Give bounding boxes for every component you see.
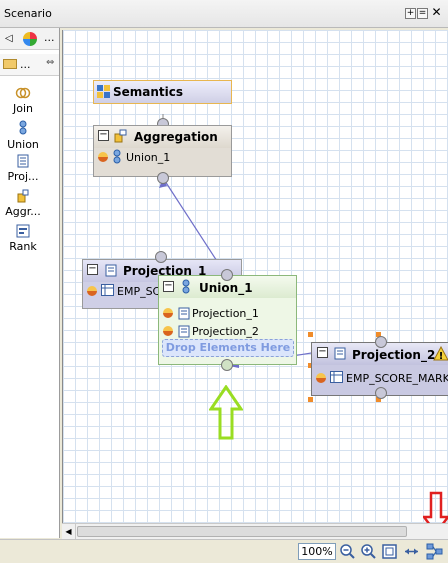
tool-projection-label: Proj... (7, 170, 39, 183)
union-1-input-label: Projection_2 (192, 325, 259, 338)
rank-icon (16, 224, 30, 238)
restore-icon[interactable]: = (417, 8, 428, 19)
union-icon (19, 120, 27, 135)
red-arrow-annotation (423, 491, 448, 523)
projection-2-table-label: EMP_SCORE_MARK. (346, 372, 448, 385)
collapse-palette-icon[interactable]: ◁ (5, 33, 13, 44)
zoom-toolbar: 100% (0, 539, 448, 563)
scroll-left-icon[interactable]: ◀ (62, 524, 76, 539)
zoom-level-field[interactable]: 100% (298, 543, 336, 560)
view-title: Scenario (4, 7, 52, 20)
union-1-title: Union_1 (199, 281, 253, 295)
join-icon (15, 87, 31, 99)
input-indicator-icon (163, 326, 173, 336)
tool-rank[interactable]: Rank (0, 224, 46, 253)
projection-1-input-handle[interactable] (155, 251, 167, 263)
fit-to-window-icon[interactable] (381, 543, 398, 560)
diagram-canvas[interactable]: Semantics − Aggregation Union_1 − Projec… (62, 30, 448, 523)
scrollbar-thumb[interactable] (77, 526, 407, 537)
input-indicator-icon (163, 308, 173, 318)
tool-union-label: Union (7, 138, 39, 151)
semantics-title: Semantics (113, 85, 184, 99)
projection-1-collapse-button[interactable]: − (87, 264, 98, 275)
tool-aggregation-label: Aggr... (5, 205, 41, 218)
maximize-icon[interactable]: + (405, 8, 416, 19)
union-1-input-row[interactable]: Projection_1 (159, 304, 296, 322)
union-1-input-row[interactable]: Projection_2 (159, 322, 296, 340)
table-icon (330, 371, 343, 383)
selection-handle[interactable] (308, 397, 313, 402)
projection-icon (178, 325, 190, 338)
union-1-collapse-button[interactable]: − (163, 281, 174, 292)
input-indicator-icon (98, 152, 108, 162)
green-arrow-annotation (209, 385, 243, 440)
projection-icon (17, 154, 29, 168)
palette-more[interactable]: ... (44, 31, 55, 44)
tool-union[interactable]: Union (0, 120, 46, 151)
zoom-out-icon[interactable] (339, 543, 356, 560)
projection-2-output-handle[interactable] (375, 387, 387, 399)
semantics-node[interactable]: Semantics (93, 80, 232, 104)
folder-icon (3, 59, 17, 69)
projection-2-input-handle[interactable] (375, 336, 387, 348)
projection-icon (105, 264, 117, 277)
fit-width-icon[interactable] (403, 543, 420, 560)
tool-projection[interactable]: Proj... (0, 154, 46, 183)
table-icon (101, 284, 114, 296)
union-1-input-handle[interactable] (221, 269, 233, 281)
aggregation-input-label: Union_1 (126, 151, 171, 164)
projection-2-title: Projection_2 (352, 348, 436, 362)
palette-drawer[interactable]: ... ⇔ (0, 54, 59, 76)
expand-arrows-icon[interactable]: ⇔ (46, 57, 54, 68)
union-1-output-handle[interactable] (221, 359, 233, 371)
close-icon[interactable]: ✕ (431, 6, 442, 19)
tool-palette-icon[interactable] (23, 32, 37, 46)
tool-aggregation[interactable]: Aggr... (0, 189, 46, 218)
projection-icon (334, 347, 346, 360)
input-indicator-icon (316, 373, 326, 383)
zoom-in-icon[interactable] (360, 543, 377, 560)
palette-header: ◁ ... (0, 28, 59, 50)
union-1-input-label: Projection_1 (192, 307, 259, 320)
view-titlebar: Scenario + = ✕ (0, 0, 448, 28)
aggregation-collapse-button[interactable]: − (98, 130, 109, 141)
aggregation-icon (17, 189, 29, 203)
palette: ◁ ... ... ⇔ Join Union Proj... Aggr... R… (0, 28, 60, 538)
aggregation-node[interactable]: − Aggregation Union_1 (93, 125, 232, 177)
semantics-icon (97, 85, 110, 98)
projection-2-collapse-button[interactable]: − (317, 347, 328, 358)
tool-join-label: Join (12, 102, 33, 115)
union-1-node[interactable]: − Union_1 Projection_1 Projection_2 Drop… (158, 275, 297, 365)
warning-icon: ! (433, 346, 448, 361)
aggregation-icon (114, 129, 127, 143)
horizontal-scrollbar[interactable]: ◀ (62, 523, 448, 539)
union-icon (182, 279, 190, 294)
aggregation-title: Aggregation (134, 130, 218, 144)
drawer-label: ... (20, 58, 31, 71)
union-icon (113, 149, 121, 164)
projection-icon (178, 307, 190, 320)
svg-text:!: ! (439, 351, 444, 361)
aggregation-input-row[interactable]: Union_1 (94, 148, 231, 166)
auto-layout-icon[interactable] (426, 543, 443, 560)
selection-handle[interactable] (308, 332, 313, 337)
aggregation-output-handle[interactable] (157, 172, 169, 184)
input-indicator-icon (87, 286, 97, 296)
tool-join[interactable]: Join (0, 86, 46, 115)
tool-rank-label: Rank (9, 240, 37, 253)
drop-elements-label: Drop Elements Here (165, 341, 291, 354)
projection-2-table-row[interactable]: EMP_SCORE_MARK. (312, 369, 448, 387)
drop-elements-zone[interactable]: Drop Elements Here (162, 339, 294, 357)
